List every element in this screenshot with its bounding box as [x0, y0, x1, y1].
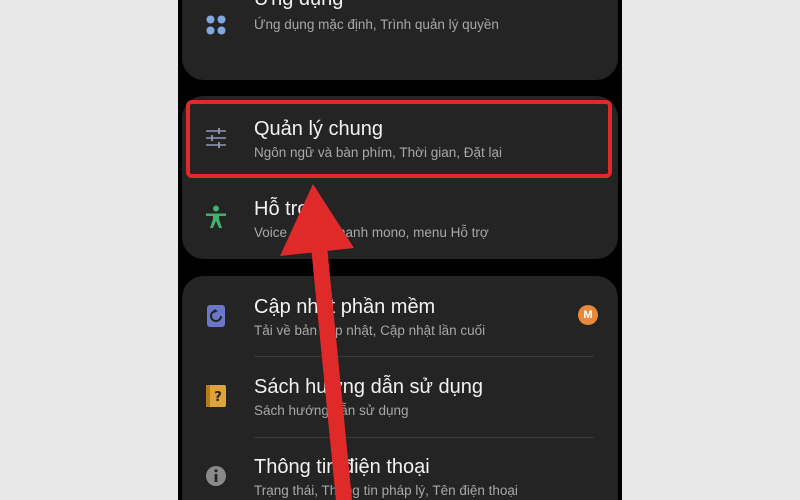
settings-item-about-phone[interactable]: Thông tin điện thoại Trạng thái, Thông t… — [182, 438, 618, 500]
about-phone-title: Thông tin điện thoại — [254, 456, 430, 478]
info-icon — [204, 464, 228, 488]
svg-text:?: ? — [214, 390, 222, 405]
phone-screen: Ứng dụng Ứng dụng mặc định, Trình quản l… — [178, 0, 622, 500]
software-update-subtitle: Tải về bản cập nhật, Cập nhật lần cuối — [254, 323, 486, 338]
settings-item-user-manual[interactable]: ? Sách hướng dẫn sử dụng Sách hướng dẫn … — [182, 357, 618, 437]
apps-title: Ứng dụng — [254, 0, 343, 11]
about-phone-subtitle: Trạng thái, Thông tin pháp lý, Tên điện … — [254, 483, 518, 498]
accessibility-title: Hỗ trợ — [254, 198, 311, 220]
update-badge: M — [578, 305, 598, 325]
highlight-box — [186, 100, 612, 178]
accessibility-person-icon — [204, 205, 228, 229]
apps-subtitle: Ứng dụng mặc định, Trình quản lý quyền — [254, 17, 499, 32]
settings-item-software-update[interactable]: Cập nhật phần mềm Tải về bản cập nhật, C… — [182, 276, 618, 356]
accessibility-subtitle: Voice A...Âm thanh mono, menu Hỗ trợ — [254, 225, 489, 240]
system-card: Cập nhật phần mềm Tải về bản cập nhật, C… — [182, 276, 618, 500]
apps-card: Ứng dụng Ứng dụng mặc định, Trình quản l… — [182, 0, 618, 80]
settings-item-apps[interactable]: Ứng dụng Ứng dụng mặc định, Trình quản l… — [182, 0, 618, 80]
update-icon — [204, 304, 228, 328]
user-manual-title: Sách hướng dẫn sử dụng — [254, 376, 483, 398]
settings-item-accessibility[interactable]: Hỗ trợ Voice A...Âm thanh mono, menu Hỗ … — [182, 178, 618, 258]
manual-question-icon: ? — [204, 384, 228, 408]
user-manual-subtitle: Sách hướng dẫn sử dụng — [254, 403, 409, 418]
software-update-title: Cập nhật phần mềm — [254, 296, 436, 318]
apps-grid-icon — [204, 13, 228, 37]
